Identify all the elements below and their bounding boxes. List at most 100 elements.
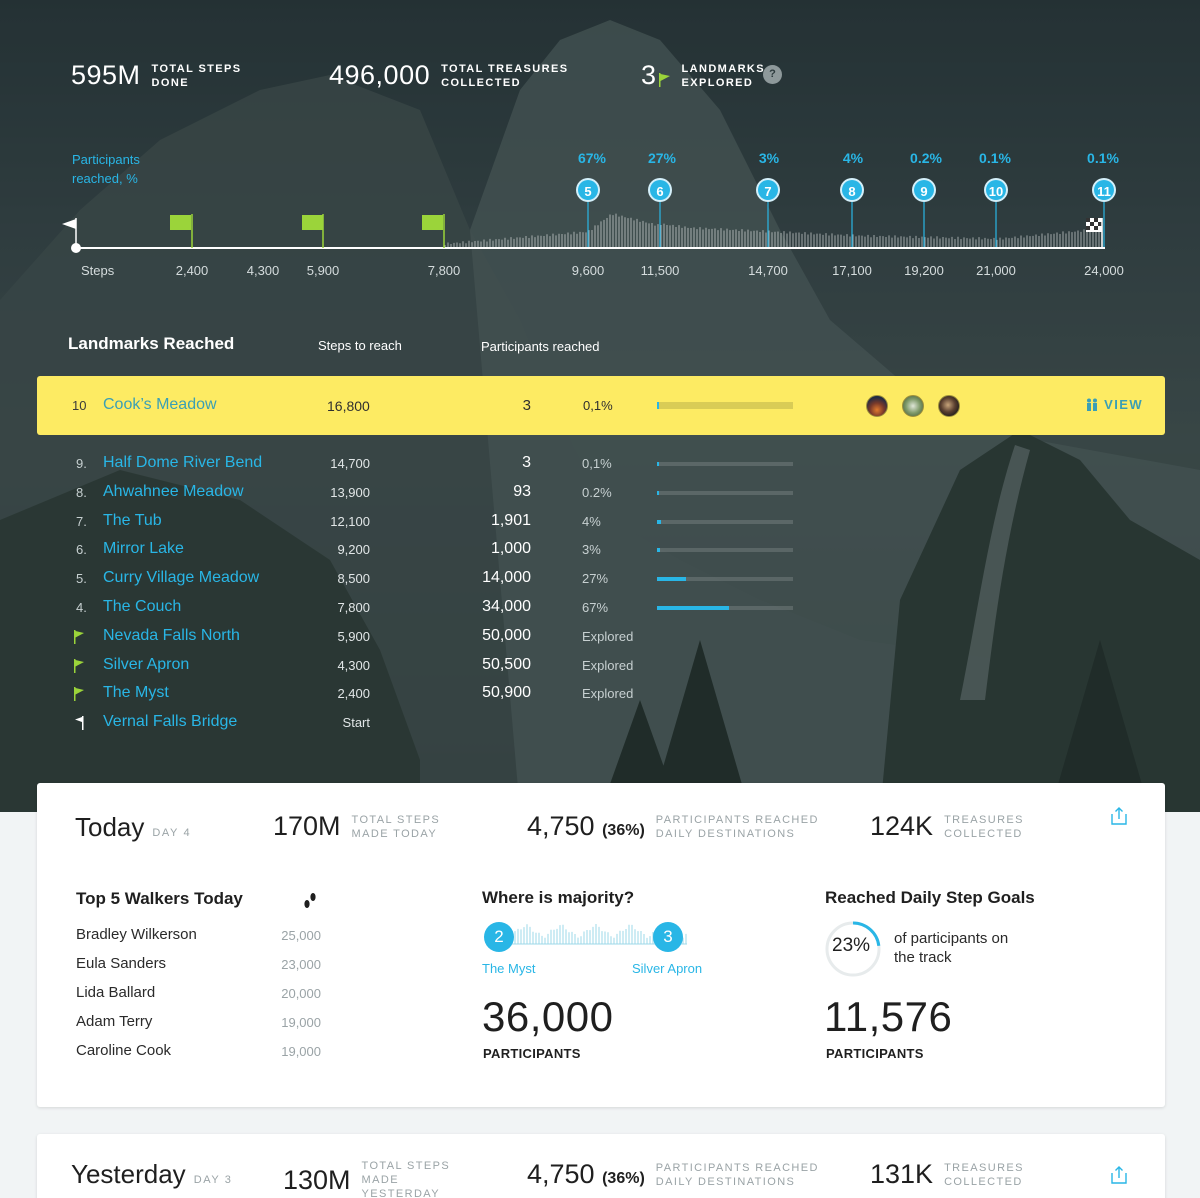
majority-start-pin[interactable]: 2 xyxy=(484,922,514,952)
landmark-number: 8. xyxy=(76,484,87,500)
majority-end-label: Silver Apron xyxy=(632,961,703,976)
landmark-name-link[interactable]: Ahwahnee Meadow xyxy=(103,483,244,501)
walker-row[interactable]: Caroline Cook 19,000 xyxy=(76,1042,321,1071)
landmark-steps: 13,900 xyxy=(330,484,370,500)
share-icon[interactable] xyxy=(1111,807,1127,825)
steps-column-header: Steps to reach xyxy=(318,338,402,353)
landmark-pin[interactable]: 5 xyxy=(576,178,600,202)
tick-label: 19,200 xyxy=(904,263,944,278)
top-walkers-title: Top 5 Walkers Today xyxy=(76,889,243,908)
landmark-row[interactable]: Vernal Falls Bridge Start xyxy=(0,711,1200,740)
total-treasures-value: 496,000 xyxy=(329,60,431,90)
progress-bar xyxy=(657,462,793,466)
highlighted-landmark-row[interactable]: 10 Cook’s Meadow 16,800 3 0,1% VIEW xyxy=(37,376,1165,435)
tick-label: 24,000 xyxy=(1084,263,1124,278)
kpi-value: 170M xyxy=(273,811,341,841)
walker-row[interactable]: Adam Terry 19,000 xyxy=(76,1013,321,1042)
landmark-number: 5. xyxy=(76,571,87,587)
landmark-name-link[interactable]: The Couch xyxy=(103,598,181,616)
walker-row[interactable]: Bradley Wilkerson 25,000 xyxy=(76,926,321,955)
progress-fill xyxy=(657,490,659,495)
goals-percent: 23% xyxy=(832,935,871,956)
avatar[interactable] xyxy=(938,395,960,417)
avatar[interactable] xyxy=(902,395,924,417)
landmark-row[interactable]: Nevada Falls North 5,900 50,000 Explored xyxy=(0,625,1200,654)
kpi-label: TREASURES COLLECTED xyxy=(944,813,1024,840)
majority-end-pin[interactable]: 3 xyxy=(653,922,683,952)
landmark-row[interactable]: 9. Half Dome River Bend 14,700 3 0,1% xyxy=(0,452,1200,481)
landmark-pin[interactable]: 6 xyxy=(648,178,672,202)
landmark-percent: 0.2% xyxy=(582,484,612,500)
yesterday-participants-kpi: 4,750 (36%) PARTICIPANTS REACHED DAILY D… xyxy=(527,1159,826,1190)
landmark-row[interactable]: 8. Ahwahnee Meadow 13,900 93 0.2% xyxy=(0,481,1200,510)
landmark-steps: 2,400 xyxy=(337,686,370,702)
landmark-pin[interactable]: 10 xyxy=(984,178,1008,202)
yesterday-title: Yesterday DAY 3 xyxy=(71,1159,232,1190)
landmark-percent: 0,1% xyxy=(582,456,612,471)
kpi-value: 130M xyxy=(283,1164,351,1195)
landmark-row[interactable]: Silver Apron 4,300 50,500 Explored xyxy=(0,654,1200,683)
landmark-name-link[interactable]: Nevada Falls North xyxy=(103,627,240,645)
landmark-pin[interactable]: 7 xyxy=(756,178,780,202)
progress-bar xyxy=(657,402,793,409)
avatar[interactable] xyxy=(866,395,888,417)
pin-percent: 0.2% xyxy=(910,150,942,166)
landmark-percent: 67% xyxy=(582,600,609,615)
progress-fill xyxy=(657,548,660,553)
landmark-name-link[interactable]: Vernal Falls Bridge xyxy=(103,713,237,731)
landmark-pin[interactable]: 8 xyxy=(840,178,864,202)
help-icon[interactable]: ? xyxy=(763,65,782,84)
progress-bar xyxy=(657,548,793,553)
landmark-participants: 93 xyxy=(513,482,531,500)
landmark-row[interactable]: The Myst 2,400 50,900 Explored xyxy=(0,682,1200,711)
majority-count: 36,000 xyxy=(482,993,614,1040)
today-card: Today DAY 4 170M TOTAL STEPS MADE TODAY … xyxy=(37,783,1165,1107)
kpi-value: 4,750 xyxy=(527,811,595,841)
walker-name: Eula Sanders xyxy=(76,955,167,972)
landmark-row[interactable]: 6. Mirror Lake 9,200 1,000 3% xyxy=(0,538,1200,567)
landmark-number: 7. xyxy=(76,513,87,529)
progress-fill xyxy=(657,606,729,610)
landmark-name-link[interactable]: Silver Apron xyxy=(103,656,189,674)
finish-flag-icon xyxy=(1086,218,1103,248)
pin-percent: 27% xyxy=(647,150,677,166)
today-title: Today DAY 4 xyxy=(75,812,191,843)
landmark-number: 9. xyxy=(76,456,87,471)
landmark-name-link[interactable]: Half Dome River Bend xyxy=(103,454,262,472)
landmark-name-link[interactable]: Cook’s Meadow xyxy=(103,396,217,414)
goals-count: 11,576 xyxy=(824,993,953,1040)
majority-distribution xyxy=(511,924,687,945)
start-flag-icon xyxy=(75,716,84,731)
tick-label: 9,600 xyxy=(571,263,605,278)
goals-description: of participants on the track xyxy=(894,930,1009,966)
landmark-name-link[interactable]: Mirror Lake xyxy=(103,540,184,558)
walker-steps: 20,000 xyxy=(281,986,321,1001)
landmark-name-link[interactable]: Curry Village Meadow xyxy=(103,569,259,587)
landmark-percent: 0,1% xyxy=(583,398,613,413)
walker-steps: 25,000 xyxy=(281,928,321,943)
landmark-participants: 3 xyxy=(522,454,531,471)
start-flag-icon xyxy=(62,218,77,244)
total-treasures-label: TOTAL TREASURES COLLECTED xyxy=(441,62,569,89)
landmark-pin[interactable]: 11 xyxy=(1092,178,1116,202)
walker-name: Bradley Wilkerson xyxy=(76,926,197,943)
landmark-number: 6. xyxy=(76,542,87,558)
walker-row[interactable]: Eula Sanders 23,000 xyxy=(76,955,321,984)
landmark-row[interactable]: 7. The Tub 12,100 1,901 4% xyxy=(0,510,1200,539)
landmark-name-link[interactable]: The Myst xyxy=(103,684,169,702)
landmark-steps: 16,800 xyxy=(327,398,370,414)
yesterday-steps-kpi: 130M TOTAL STEPS MADE YESTERDAY xyxy=(283,1159,482,1198)
progress-bar xyxy=(657,519,793,524)
tick-label: 17,100 xyxy=(832,263,872,278)
kpi-label: TREASURES COLLECTED xyxy=(944,1161,1024,1188)
walker-row[interactable]: Lida Ballard 20,000 xyxy=(76,984,321,1013)
majority-title: Where is majority? xyxy=(482,888,635,907)
share-icon[interactable] xyxy=(1111,1166,1127,1184)
landmark-name-link[interactable]: The Tub xyxy=(103,512,162,530)
landmark-pin[interactable]: 9 xyxy=(912,178,936,202)
landmark-row[interactable]: 5. Curry Village Meadow 8,500 14,000 27% xyxy=(0,567,1200,596)
kpi-label: TOTAL STEPS MADE YESTERDAY xyxy=(361,1160,451,1198)
kpi-percent: (36%) xyxy=(602,822,645,839)
view-button[interactable]: VIEW xyxy=(1086,397,1143,412)
landmark-row[interactable]: 4. The Couch 7,800 34,000 67% xyxy=(0,596,1200,625)
